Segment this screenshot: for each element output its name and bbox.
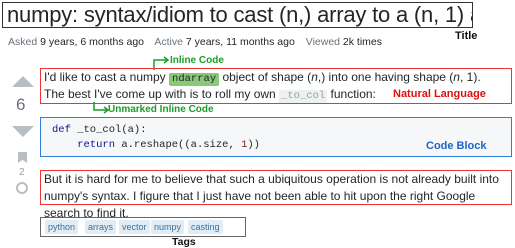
inline-code-to-col: _to_col bbox=[279, 90, 328, 103]
history-icon[interactable] bbox=[16, 182, 28, 194]
tag-python[interactable]: python bbox=[45, 220, 79, 234]
downvote-icon[interactable] bbox=[12, 126, 34, 137]
question-paragraph-2: But it is hard for me to believe that su… bbox=[44, 172, 499, 220]
code-text: )) bbox=[247, 139, 260, 151]
annotation-natural-language: Natural Language bbox=[393, 88, 486, 100]
annotation-tags: Tags bbox=[172, 236, 196, 248]
unmarked-code-arrow-icon bbox=[93, 102, 110, 114]
vote-count: 6 bbox=[16, 95, 26, 114]
tag-arrays[interactable]: arrays bbox=[85, 220, 117, 234]
question-title[interactable]: numpy: syntax/idiom to cast (n,) array t… bbox=[2, 2, 473, 28]
viewed-label: Viewed bbox=[305, 36, 340, 48]
code-keyword: def bbox=[52, 124, 71, 136]
upvote-icon[interactable] bbox=[12, 76, 34, 87]
tag-vector[interactable]: vector bbox=[119, 220, 150, 234]
bookmark-count: 2 bbox=[19, 167, 25, 178]
active-value[interactable]: 7 years, 11 months ago bbox=[186, 36, 295, 48]
tag-casting[interactable]: casting bbox=[188, 220, 223, 234]
inline-code-ndarray: ndarray bbox=[169, 73, 220, 86]
code-text: _to_col(a): bbox=[70, 124, 147, 136]
code-text: a.reshape((a.size, bbox=[115, 139, 242, 151]
code-keyword: return bbox=[77, 139, 116, 151]
p1-italic: n bbox=[311, 70, 318, 84]
p1-italic: n bbox=[453, 70, 460, 84]
annotation-inline-code: Inline Code bbox=[170, 55, 224, 66]
p1-text: ,) into one having shape ( bbox=[317, 70, 454, 84]
asked-label: Asked bbox=[8, 36, 38, 48]
active-label: Active bbox=[154, 36, 183, 48]
p1-text: function: bbox=[327, 87, 376, 101]
viewed-value: 2k times bbox=[342, 36, 383, 48]
p1-text: I'd like to cast a numpy bbox=[44, 70, 170, 84]
bookmark-icon[interactable] bbox=[18, 152, 27, 163]
p1-text: object of shape ( bbox=[219, 70, 312, 84]
annotation-unmarked-inline-code: Unmarked Inline Code bbox=[108, 104, 214, 115]
annotation-code-block: Code Block bbox=[426, 140, 487, 152]
tag-numpy[interactable]: numpy bbox=[151, 220, 185, 234]
code-content: def _to_col(a): return a.reshape((a.size… bbox=[52, 123, 260, 153]
annotation-title: Title bbox=[455, 30, 478, 42]
asked-value: 9 years, 6 months ago bbox=[40, 36, 145, 48]
question-meta: Asked 9 years, 6 months ago Active 7 yea… bbox=[8, 36, 390, 48]
